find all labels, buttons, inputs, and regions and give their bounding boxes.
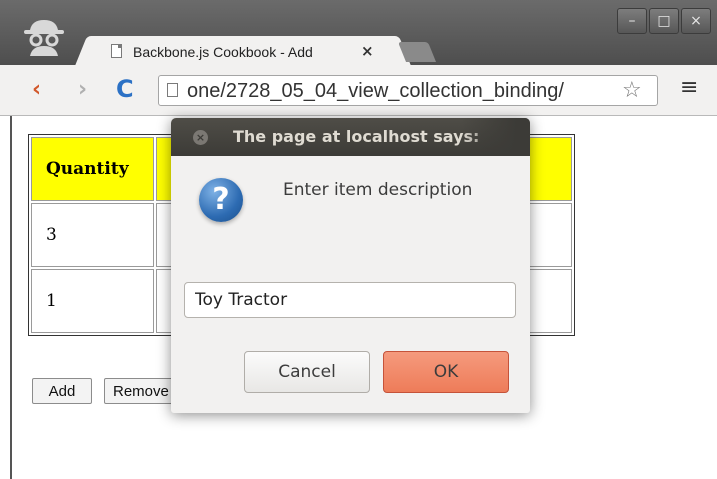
add-button[interactable]: Add — [32, 378, 92, 404]
menu-icon[interactable]: ≡ — [680, 75, 698, 100]
forward-arrow-icon[interactable]: › — [78, 77, 87, 102]
close-window-icon[interactable]: × — [681, 8, 711, 34]
ok-button[interactable]: OK — [383, 351, 509, 393]
dialog-titlebar: × The page at localhost says: — [171, 118, 530, 156]
page-icon — [111, 44, 122, 58]
cancel-button[interactable]: Cancel — [244, 351, 370, 393]
tab-backbone-cookbook[interactable]: Backbone.js Cookbook - Add × — [93, 36, 393, 66]
tab-close-icon[interactable]: × — [361, 42, 374, 60]
browser-titlebar: Backbone.js Cookbook - Add × – □ × — [0, 0, 717, 66]
page-icon — [167, 83, 178, 97]
tab-title: Backbone.js Cookbook - Add — [133, 44, 313, 60]
header-quantity: Quantity — [31, 137, 154, 201]
cell-quantity: 3 — [31, 203, 154, 267]
address-bar[interactable]: one/2728_05_04_view_collection_binding/ … — [158, 75, 658, 106]
incognito-icon — [24, 20, 64, 56]
dialog-close-icon[interactable]: × — [193, 130, 208, 145]
prompt-dialog: × The page at localhost says: ? Enter it… — [171, 118, 530, 413]
reload-icon[interactable]: C — [116, 75, 134, 103]
minimize-icon[interactable]: – — [617, 8, 647, 34]
cell-quantity: 1 — [31, 269, 154, 333]
question-icon: ? — [199, 178, 243, 222]
address-url[interactable]: one/2728_05_04_view_collection_binding/ — [187, 80, 617, 103]
back-arrow-icon[interactable]: ‹ — [32, 77, 41, 102]
dialog-message: Enter item description — [283, 180, 473, 200]
maximize-icon[interactable]: □ — [649, 8, 679, 34]
bookmark-star-icon[interactable]: ☆ — [622, 78, 642, 103]
browser-toolbar: ‹ › C one/2728_05_04_view_collection_bin… — [0, 65, 717, 116]
window-controls: – □ × — [617, 8, 713, 35]
item-description-input[interactable] — [184, 282, 516, 318]
